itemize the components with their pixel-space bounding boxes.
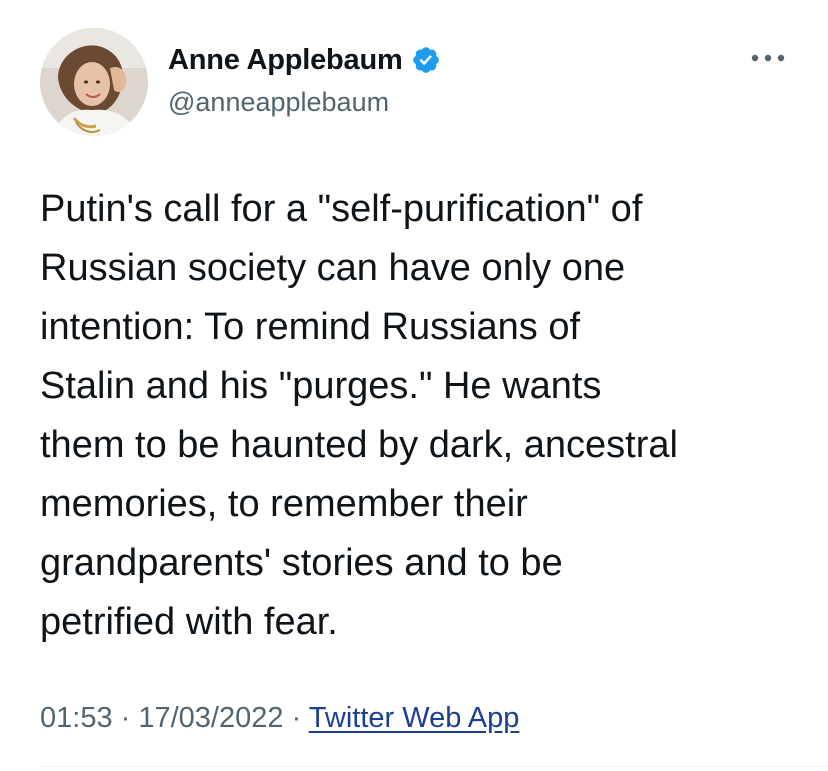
- meta-separator: ·: [112, 702, 139, 734]
- name-row: Anne Applebaum: [168, 40, 441, 80]
- tweet-date: 17/03/2022: [138, 702, 284, 734]
- verified-badge-icon: [411, 45, 441, 75]
- user-handle[interactable]: @anneapplebaum: [168, 82, 441, 122]
- tweet-text: Putin's call for a "self-purification" o…: [40, 188, 678, 643]
- display-name[interactable]: Anne Applebaum: [168, 40, 403, 80]
- tweet-card: Anne Applebaum @anneapplebaum Putin's ca…: [0, 0, 828, 771]
- tweet-time: 01:53: [40, 702, 113, 734]
- tweet-metadata: 01:53 · 17/03/2022 · Twitter Web App: [40, 696, 519, 740]
- meta-separator-2: ·: [283, 702, 309, 734]
- more-options-icon: [751, 54, 785, 62]
- more-options-button[interactable]: [748, 48, 788, 68]
- avatar[interactable]: [40, 28, 148, 136]
- source-link[interactable]: Twitter Web App: [309, 702, 520, 734]
- avatar-image: [40, 28, 148, 136]
- author-info: Anne Applebaum @anneapplebaum: [168, 40, 441, 122]
- divider: [40, 766, 828, 767]
